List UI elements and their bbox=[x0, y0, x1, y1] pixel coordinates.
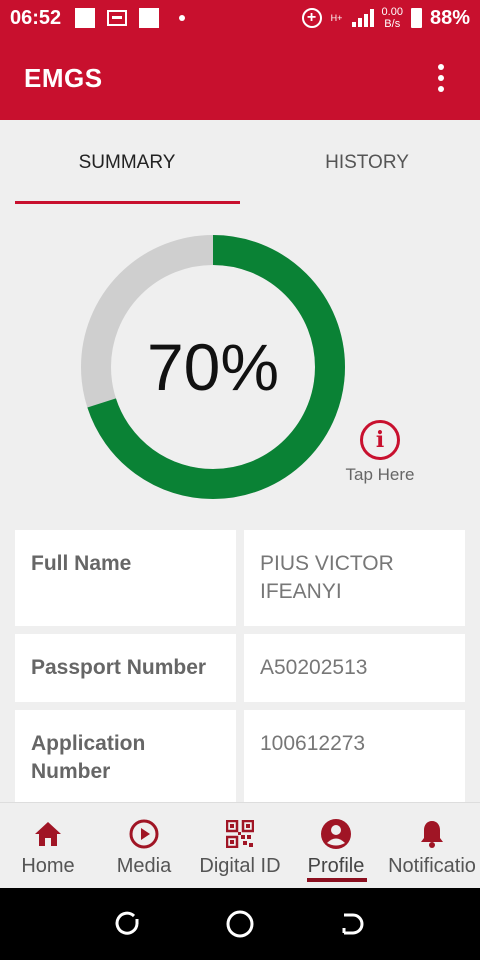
person-icon bbox=[319, 817, 353, 851]
nav-media[interactable]: Media bbox=[96, 803, 192, 888]
data-speed: 0.00 B/s bbox=[382, 6, 403, 30]
nav-digital-id[interactable]: Digital ID bbox=[192, 803, 288, 888]
tap-here-label: Tap Here bbox=[345, 465, 415, 484]
notification-square-icon bbox=[139, 8, 160, 28]
home-icon bbox=[31, 817, 65, 851]
message-icon bbox=[107, 10, 128, 26]
status-right: + H+ 0.00 B/s 88% bbox=[301, 6, 470, 30]
system-navigation-bar bbox=[0, 888, 480, 960]
nav-label: Profile bbox=[307, 855, 365, 877]
bell-icon bbox=[415, 817, 449, 851]
detail-row: Passport Number A50202513 bbox=[15, 634, 465, 702]
battery-percent: 88% bbox=[429, 6, 470, 29]
detail-row: Application Number 100612273 bbox=[15, 710, 465, 802]
progress-percent: 70% bbox=[146, 330, 280, 404]
detail-label: Full Name bbox=[15, 530, 236, 626]
status-bar: 06:52 + H+ 0.00 B/s 88% bbox=[0, 0, 480, 36]
nav-label: Digital ID bbox=[199, 855, 281, 877]
nav-home[interactable]: Home bbox=[0, 803, 96, 888]
more-notifications-dot-icon bbox=[179, 15, 186, 21]
tab-history[interactable]: HISTORY bbox=[240, 120, 480, 206]
data-speed-value: 0.00 bbox=[381, 6, 403, 18]
home-button-icon[interactable] bbox=[220, 904, 260, 944]
details-list: Full Name PIUS VICTOR IFEANYI Passport N… bbox=[15, 530, 465, 802]
detail-value: PIUS VICTOR IFEANYI bbox=[244, 530, 465, 626]
tab-bar: SUMMARY HISTORY bbox=[0, 120, 480, 206]
data-saver-icon: + bbox=[301, 8, 322, 28]
nav-label: Home bbox=[21, 855, 75, 877]
recents-icon[interactable] bbox=[107, 904, 147, 944]
nav-notifications[interactable]: Notificatio bbox=[384, 803, 480, 888]
status-time: 06:52 bbox=[10, 6, 62, 29]
detail-label: Application Number bbox=[15, 710, 236, 802]
nav-label: Media bbox=[116, 855, 172, 877]
info-tap-here[interactable]: i Tap Here bbox=[340, 420, 420, 485]
bottom-navigation: Home Media Digital ID Profile Notificati… bbox=[0, 802, 480, 888]
detail-row: Full Name PIUS VICTOR IFEANYI bbox=[15, 530, 465, 626]
app-bar: EMGS bbox=[0, 36, 480, 120]
overflow-menu-icon[interactable] bbox=[426, 60, 456, 96]
back-icon[interactable] bbox=[333, 904, 373, 944]
battery-icon bbox=[410, 8, 422, 28]
detail-value: 100612273 bbox=[244, 710, 465, 802]
nav-label: Notificatio bbox=[388, 855, 476, 877]
play-icon bbox=[127, 817, 161, 851]
notification-square-icon bbox=[75, 8, 96, 28]
network-type: H+ bbox=[330, 12, 343, 23]
nav-profile[interactable]: Profile bbox=[288, 803, 384, 888]
qr-code-icon bbox=[223, 817, 257, 851]
data-speed-unit: B/s bbox=[384, 18, 401, 30]
tab-summary[interactable]: SUMMARY bbox=[0, 120, 240, 206]
app-title: EMGS bbox=[24, 62, 103, 93]
info-icon[interactable]: i bbox=[360, 420, 400, 460]
detail-label: Passport Number bbox=[15, 634, 236, 702]
detail-value: A50202513 bbox=[244, 634, 465, 702]
signal-icon bbox=[351, 9, 374, 27]
